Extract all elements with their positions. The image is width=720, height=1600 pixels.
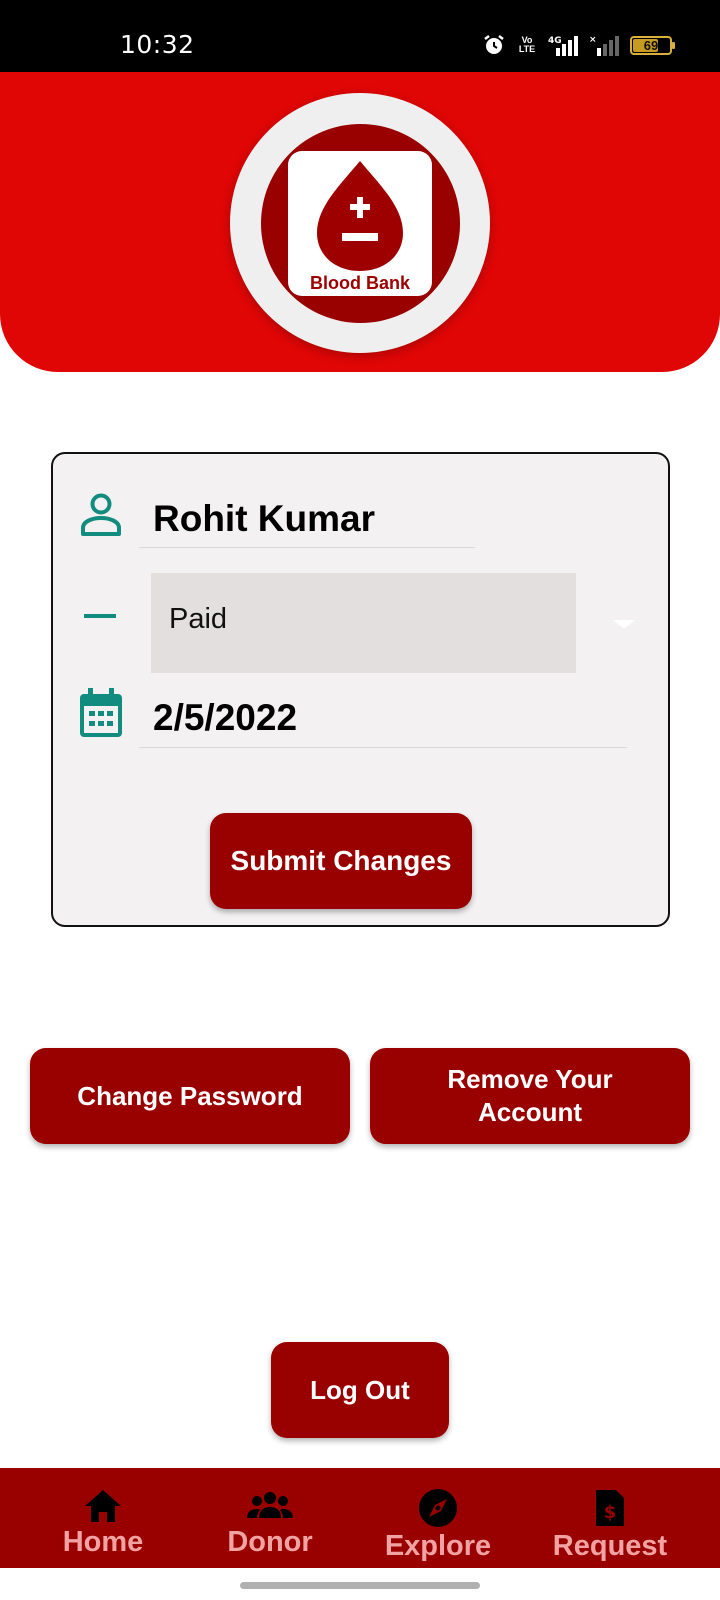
- status-dropdown-value: Paid: [169, 603, 228, 635]
- nav-label-donor: Donor: [227, 1526, 313, 1558]
- person-icon: [79, 492, 123, 543]
- nav-item-explore[interactable]: Explore: [383, 1468, 493, 1568]
- name-field[interactable]: Rohit Kumar: [153, 498, 375, 540]
- nav-item-request[interactable]: $ Request: [548, 1468, 672, 1568]
- svg-text:$: $: [604, 1502, 617, 1523]
- volte-icon: Vo LTE: [518, 35, 536, 54]
- svg-text:4G: 4G: [548, 36, 562, 46]
- chevron-down-icon[interactable]: [613, 620, 635, 629]
- submit-changes-button[interactable]: Submit Changes: [210, 813, 472, 909]
- home-icon: [85, 1490, 121, 1522]
- svg-text:×: ×: [589, 35, 597, 45]
- status-icons: Vo LTE 4G × 69: [482, 32, 675, 58]
- compass-icon: [419, 1489, 457, 1527]
- alarm-icon: [482, 33, 506, 57]
- name-underline: [139, 547, 475, 548]
- battery-icon: 69: [630, 35, 675, 55]
- calendar-icon[interactable]: [78, 687, 124, 744]
- date-underline: [139, 747, 627, 748]
- change-password-button[interactable]: Change Password: [30, 1048, 350, 1144]
- status-dropdown[interactable]: Paid: [151, 573, 576, 673]
- signal-4g-icon: 4G: [548, 34, 580, 56]
- nav-item-home[interactable]: Home: [53, 1468, 153, 1568]
- date-field[interactable]: 2/5/2022: [153, 697, 297, 739]
- nav-label-home: Home: [62, 1526, 144, 1558]
- nav-label-explore: Explore: [384, 1530, 492, 1562]
- status-bar: 10:32 Vo LTE 4G × 69: [0, 0, 720, 72]
- blood-bank-logo: Blood Bank: [288, 151, 432, 296]
- logo-text: Blood Bank: [309, 273, 410, 293]
- bottom-nav: Home Donor Explore $ Request: [0, 1468, 720, 1568]
- minus-icon: [84, 608, 116, 626]
- logout-button[interactable]: Log Out: [271, 1342, 449, 1438]
- status-time: 10:32: [120, 30, 195, 59]
- people-icon: [247, 1492, 293, 1518]
- profile-card: Rohit Kumar Paid 2/5/2022 Submit Changes: [51, 452, 670, 927]
- nav-item-donor[interactable]: Donor: [220, 1468, 320, 1568]
- signal-weak-icon: ×: [589, 34, 621, 56]
- nav-label-request: Request: [552, 1530, 668, 1562]
- receipt-icon: $: [596, 1490, 624, 1526]
- remove-account-button[interactable]: Remove Your Account: [370, 1048, 690, 1144]
- gesture-handle[interactable]: [240, 1582, 480, 1589]
